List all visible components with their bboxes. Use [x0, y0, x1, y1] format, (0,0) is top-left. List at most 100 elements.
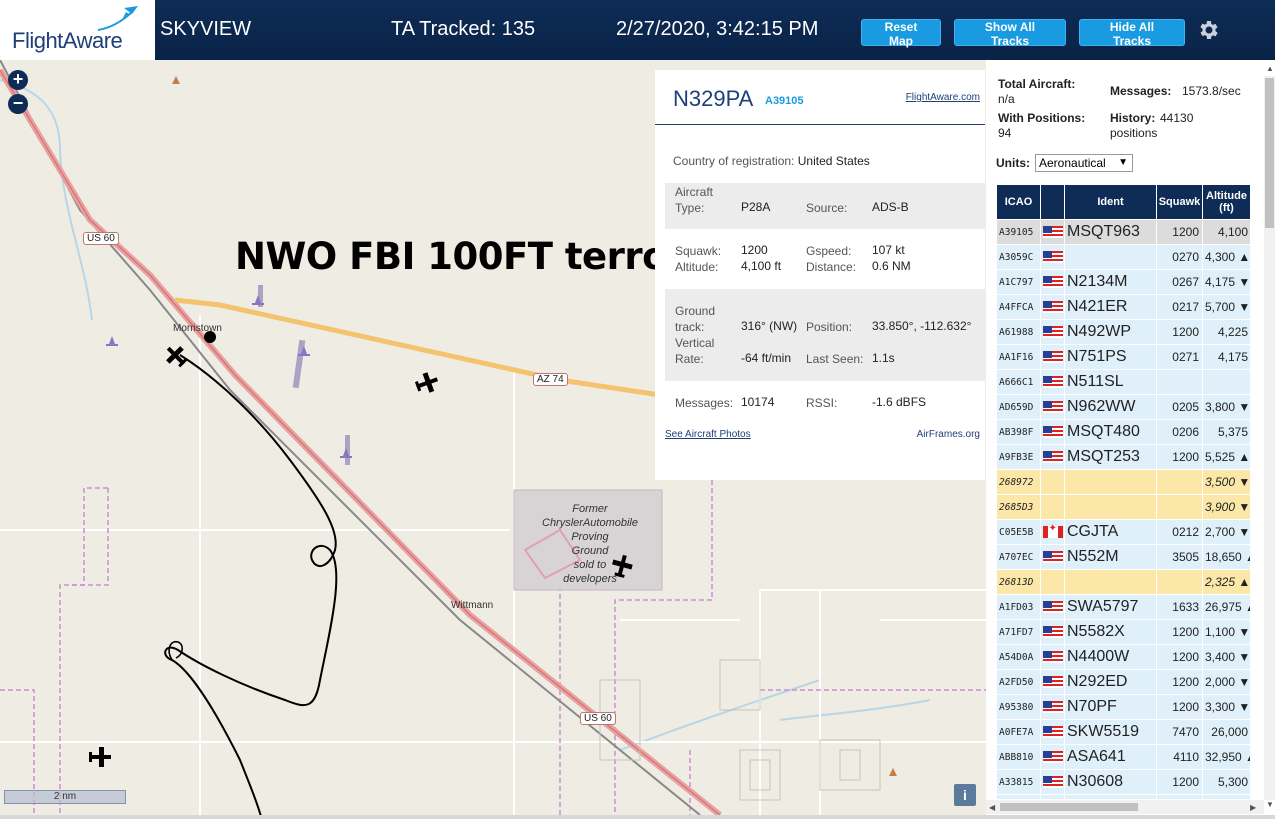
proving-ground-line: ChryslerAutomobile: [542, 517, 638, 529]
messages-rate-value: 1573.8/sec: [1182, 84, 1241, 98]
us-flag-icon: [1042, 276, 1063, 289]
table-row[interactable]: ABB810 ASA641411032,950 ▲: [996, 744, 1250, 770]
units-select[interactable]: Aeronautical ▼: [1035, 154, 1133, 172]
aircraft-photos-link[interactable]: See Aircraft Photos: [665, 429, 751, 440]
position-value: 33.850°, -112.632°: [872, 319, 972, 333]
detail-divider: [655, 124, 985, 125]
table-row[interactable]: 268972 3,500 ▼: [996, 469, 1250, 495]
hide-all-tracks-button[interactable]: Hide All Tracks: [1079, 19, 1185, 48]
zoom-out-button[interactable]: −: [8, 94, 28, 114]
table-row[interactable]: A61988 N492WP 1200 4,225: [996, 319, 1250, 345]
table-row[interactable]: A2FD50 N292ED 1200 2,000 ▼: [996, 669, 1250, 695]
zoom-in-button[interactable]: +: [8, 70, 28, 90]
table-row[interactable]: AB398F MSQT480 0206 5,375: [996, 419, 1250, 445]
table-row[interactable]: A9FB3E MSQT253 1200 5,525 ▲: [996, 444, 1250, 470]
show-all-tracks-button[interactable]: Show All Tracks: [954, 19, 1066, 48]
scroll-up-icon[interactable]: ▲: [1266, 64, 1274, 73]
table-row[interactable]: A1FD03 SWA5797163326,975 ▲: [996, 594, 1250, 620]
table-row[interactable]: A95380 N70PF 1200 3,300 ▼: [996, 694, 1250, 720]
us-flag-icon: [1042, 751, 1063, 764]
vertical-scrollbar[interactable]: ▲ ▼: [1264, 64, 1275, 809]
row-flag: [1040, 794, 1065, 799]
aircraft-table: ICAO Ident Squawk Altitude (ft) A39105 MS…: [996, 184, 1250, 799]
us-flag-icon: [1042, 426, 1063, 439]
table-row[interactable]: A39105 MSQT963 1200 4,100: [996, 219, 1250, 245]
gear-icon[interactable]: [1196, 18, 1220, 42]
row-flag: [1040, 244, 1065, 270]
proving-ground-line: Ground: [571, 545, 609, 557]
row-icao: AA55EE: [996, 794, 1041, 799]
town-label-morristown: Morristown: [173, 323, 222, 334]
us-flag-icon: [1042, 351, 1063, 364]
table-row[interactable]: A54D0A N4400W 1200 3,400 ▼: [996, 644, 1250, 670]
col-altitude-label: Altitude: [1206, 190, 1247, 202]
table-row[interactable]: A4FFCA N421ER 0217 5,700 ▼: [996, 294, 1250, 320]
col-icao[interactable]: ICAO: [996, 184, 1041, 220]
flightaware-link[interactable]: FlightAware.com: [906, 92, 980, 103]
col-squawk[interactable]: Squawk: [1156, 184, 1203, 220]
table-row[interactable]: AD659D N962WW 0205 3,800 ▼: [996, 394, 1250, 420]
scroll-right-icon[interactable]: ▶: [1250, 803, 1256, 812]
row-flag: [1040, 769, 1065, 795]
row-altitude: 5,300: [1202, 769, 1250, 795]
table-row[interactable]: A71FD7 N5582X 1200 1,100 ▼: [996, 619, 1250, 645]
col-ident[interactable]: Ident: [1064, 184, 1157, 220]
row-altitude: 3,500 ▼: [1202, 469, 1250, 495]
row-ident: N70PF: [1064, 694, 1157, 720]
rssi-label: RSSI:: [806, 396, 838, 410]
proving-ground-line: Former: [572, 503, 608, 515]
reset-map-button[interactable]: Reset Map: [861, 19, 941, 48]
table-row[interactable]: A3059C 0270 4,300 ▲: [996, 244, 1250, 270]
row-squawk: [1156, 494, 1203, 520]
scroll-left-icon[interactable]: ◀: [989, 803, 995, 812]
col-altitude[interactable]: Altitude (ft): [1202, 184, 1250, 220]
us-flag-icon: [1042, 326, 1063, 339]
detail-icao-link[interactable]: A39105: [765, 95, 804, 107]
row-squawk: 4110: [1156, 744, 1203, 770]
detail-group-messages: Messages: 10174 RSSI: -1.6 dBFS: [665, 387, 985, 419]
horizontal-scroll-thumb[interactable]: [1000, 803, 1138, 811]
airframes-link[interactable]: AirFrames.org: [917, 429, 980, 440]
row-flag: [1040, 494, 1065, 520]
row-icao: A3059C: [996, 244, 1041, 270]
aircraft-icon: [89, 747, 111, 767]
table-row[interactable]: AA1F16 N751PS 0271 4,175: [996, 344, 1250, 370]
us-60-shield: US 60: [83, 232, 119, 245]
table-row[interactable]: A666C1 N511SL: [996, 369, 1250, 395]
table-row[interactable]: A707EC N552M350518,650 ▲: [996, 544, 1250, 570]
row-flag: [1040, 444, 1065, 470]
table-row[interactable]: 26813D 2,325 ▲: [996, 569, 1250, 595]
position-label: Position:: [806, 320, 853, 334]
detail-group-type: Aircraft Type: P28A Source: ADS-B: [665, 183, 985, 229]
row-ident: N492WP: [1064, 319, 1157, 345]
table-row[interactable]: A1C797 N2134M 0267 4,175 ▼: [996, 269, 1250, 295]
table-row[interactable]: A0FE7A SKW5519 7470 26,000: [996, 719, 1250, 745]
row-flag: [1040, 619, 1065, 645]
table-row[interactable]: 2685D3 3,900 ▼: [996, 494, 1250, 520]
table-row[interactable]: C05E5B CGJTA02122,700 ▼: [996, 519, 1250, 545]
messages-value: 10174: [741, 395, 775, 409]
history-value: 44130: [1160, 111, 1194, 125]
scroll-down-icon[interactable]: ▼: [1266, 800, 1274, 809]
row-altitude: 5,375: [1202, 419, 1250, 445]
source-value: ADS-B: [872, 200, 909, 214]
row-altitude: 4,225: [1202, 319, 1250, 345]
row-icao: AB398F: [996, 419, 1041, 445]
row-altitude: 2,700 ▼: [1202, 519, 1250, 545]
row-altitude: 5,525 ▲: [1202, 444, 1250, 470]
horizontal-scrollbar[interactable]: ◀ ▶: [986, 800, 1264, 814]
row-ident: N30608: [1064, 769, 1157, 795]
map-info-button[interactable]: i: [954, 784, 976, 806]
row-flag: [1040, 644, 1065, 670]
vertical-scroll-thumb[interactable]: [1265, 78, 1274, 228]
gspeed-label: Gspeed:: [806, 244, 852, 258]
row-ident: N292ED: [1064, 669, 1157, 695]
table-row[interactable]: AA55EE AAL208360335,625 ▼: [996, 794, 1250, 799]
flightaware-logo[interactable]: FlightAware: [0, 0, 155, 60]
row-ident: N552M: [1064, 544, 1157, 570]
col-flag[interactable]: [1040, 184, 1065, 220]
table-row[interactable]: A33815 N30608 1200 5,300: [996, 769, 1250, 795]
row-ident: [1064, 469, 1157, 495]
row-squawk: 1200: [1156, 619, 1203, 645]
row-icao: 2685D3: [996, 494, 1041, 520]
